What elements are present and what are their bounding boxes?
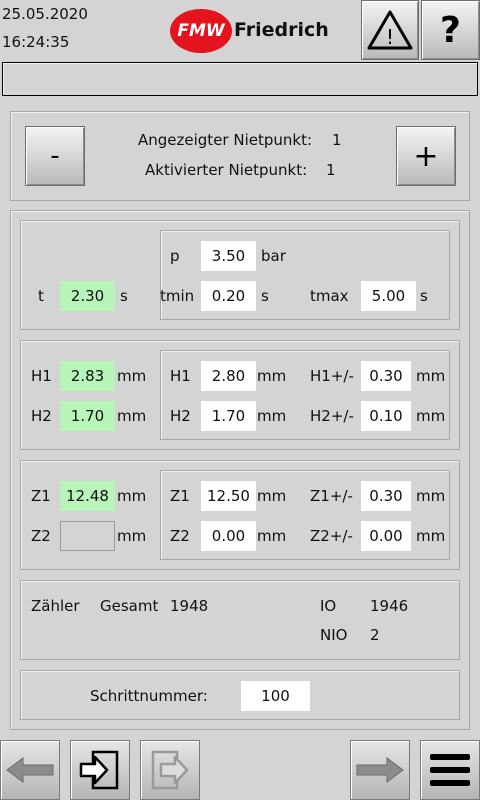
z1-set-input[interactable]: 12.50 — [201, 481, 256, 511]
forward-button[interactable] — [350, 740, 410, 800]
h1-actual-label: H1 — [31, 367, 52, 385]
counter-panel — [20, 580, 460, 660]
h1-tolerance-unit: mm — [416, 367, 446, 385]
z2-tolerance-label: Z2+/- — [310, 527, 353, 545]
enter-button[interactable] — [70, 740, 130, 800]
h2-set-unit: mm — [257, 407, 287, 425]
h2-tolerance-unit: mm — [416, 407, 446, 425]
total-label: Gesamt — [100, 597, 159, 615]
arrow-left-icon — [6, 757, 54, 783]
z2-set-input[interactable]: 0.00 — [201, 521, 256, 551]
activated-rivet-value: 1 — [326, 161, 336, 179]
logo-name: Friedrich — [234, 19, 329, 41]
back-button[interactable] — [0, 740, 60, 800]
h1-actual-value: 2.83 — [60, 361, 115, 391]
plus-icon: + — [413, 138, 439, 174]
total-value: 1948 — [170, 597, 209, 615]
p-input[interactable]: 3.50 — [201, 241, 256, 271]
h1-set-input[interactable]: 2.80 — [201, 361, 256, 391]
io-label: IO — [320, 597, 337, 615]
help-button[interactable]: ? — [421, 0, 480, 60]
company-logo: FMW Friedrich — [170, 9, 330, 53]
counter-label: Zähler — [31, 597, 80, 615]
tmax-unit: s — [420, 287, 428, 305]
h1-actual-unit: mm — [117, 367, 147, 385]
z1-actual-value: 12.48 — [60, 481, 115, 511]
z2-set-unit: mm — [257, 527, 287, 545]
z1-actual-unit: mm — [117, 487, 147, 505]
z1-tolerance-unit: mm — [416, 487, 446, 505]
h1-set-unit: mm — [257, 367, 287, 385]
tmin-label: tmin — [160, 287, 195, 305]
h1-tolerance-label: H1+/- — [310, 367, 354, 385]
minus-icon: - — [50, 141, 60, 171]
z2-tolerance-unit: mm — [416, 527, 446, 545]
warning-triangle-icon: ! — [367, 10, 413, 50]
hamburger-menu-icon — [430, 754, 470, 786]
step-number-panel — [20, 670, 460, 720]
h2-set-label: H2 — [170, 407, 191, 425]
p-label: p — [170, 247, 180, 265]
h1-tolerance-input[interactable]: 0.30 — [361, 361, 411, 391]
tmin-unit: s — [261, 287, 269, 305]
z1-set-unit: mm — [257, 487, 287, 505]
exit-icon — [151, 750, 189, 790]
svg-text:!: ! — [386, 25, 394, 49]
h2-set-input[interactable]: 1.70 — [201, 401, 256, 431]
z1-actual-label: Z1 — [31, 487, 51, 505]
z2-actual-label: Z2 — [31, 527, 51, 545]
arrow-right-icon — [356, 757, 404, 783]
t-label: t — [38, 287, 44, 305]
z1-tolerance-input[interactable]: 0.30 — [361, 481, 411, 511]
tmax-input[interactable]: 5.00 — [361, 281, 416, 311]
p-unit: bar — [261, 247, 286, 265]
h1-set-label: H1 — [170, 367, 191, 385]
h2-tolerance-input[interactable]: 0.10 — [361, 401, 411, 431]
menu-button[interactable] — [420, 740, 480, 800]
nio-value: 2 — [370, 626, 380, 644]
z2-tolerance-input[interactable]: 0.00 — [361, 521, 411, 551]
t-actual-value: 2.30 — [60, 281, 115, 311]
displayed-rivet-label: Angezeigter Nietpunkt: — [138, 131, 313, 149]
status-bar — [2, 62, 478, 96]
z2-actual-value — [60, 521, 115, 551]
z2-actual-unit: mm — [117, 527, 147, 545]
time-text: 16:24:35 — [2, 33, 70, 51]
logo-badge: FMW — [170, 9, 232, 53]
activated-rivet-label: Aktivierter Nietpunkt: — [145, 161, 308, 179]
h2-actual-unit: mm — [117, 407, 147, 425]
displayed-rivet-value: 1 — [332, 131, 342, 149]
step-number-label: Schrittnummer: — [90, 687, 208, 705]
h2-actual-value: 1.70 — [60, 401, 115, 431]
enter-icon — [79, 750, 119, 790]
z1-set-label: Z1 — [170, 487, 190, 505]
z2-set-label: Z2 — [170, 527, 190, 545]
step-number-input[interactable]: 100 — [241, 681, 310, 711]
help-icon: ? — [440, 9, 461, 51]
h2-tolerance-label: H2+/- — [310, 407, 354, 425]
warning-button[interactable]: ! — [361, 0, 419, 60]
io-value: 1946 — [370, 597, 409, 615]
next-rivet-button[interactable]: + — [396, 126, 456, 186]
nio-label: NIO — [320, 626, 348, 644]
t-unit: s — [120, 287, 128, 305]
z1-tolerance-label: Z1+/- — [310, 487, 353, 505]
exit-button[interactable] — [140, 740, 200, 800]
date-text: 25.05.2020 — [2, 5, 88, 23]
tmin-input[interactable]: 0.20 — [201, 281, 256, 311]
previous-rivet-button[interactable]: - — [25, 126, 85, 186]
tmax-label: tmax — [310, 287, 349, 305]
h2-actual-label: H2 — [31, 407, 52, 425]
